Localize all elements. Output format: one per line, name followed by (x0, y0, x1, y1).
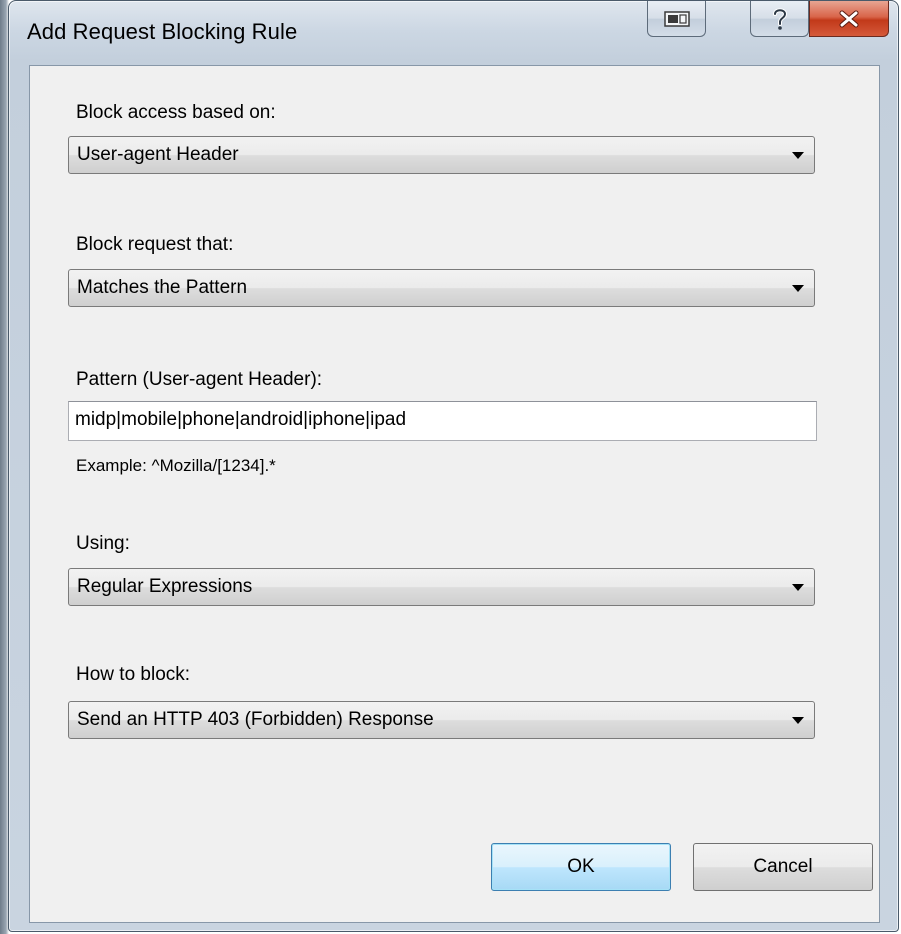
dialog-content: Block access based on: User-agent Header… (29, 65, 880, 923)
dialog-window: Add Request Blocking Rule Block access b… (8, 0, 899, 932)
cancel-button[interactable]: Cancel (693, 843, 873, 891)
window-layout-icon (663, 10, 690, 27)
block-request-label: Block request that: (76, 234, 234, 255)
using-value: Regular Expressions (77, 576, 253, 597)
window-layout-button[interactable] (647, 1, 706, 37)
dialog-title: Add Request Blocking Rule (27, 19, 298, 44)
using-combobox[interactable]: Regular Expressions (68, 568, 815, 606)
pattern-label: Pattern (User-agent Header): (76, 369, 323, 390)
how-to-block-label: How to block: (76, 664, 191, 685)
how-to-block-combobox[interactable]: Send an HTTP 403 (Forbidden) Response (68, 701, 815, 739)
close-x-icon (839, 10, 859, 27)
chevron-down-icon (792, 584, 804, 591)
block-access-value: User-agent Header (77, 144, 239, 165)
ok-button[interactable]: OK (491, 843, 671, 891)
question-mark-icon (772, 7, 787, 30)
chevron-down-icon (792, 285, 804, 292)
block-request-combobox[interactable]: Matches the Pattern (68, 269, 815, 307)
how-to-block-value: Send an HTTP 403 (Forbidden) Response (77, 709, 434, 730)
help-button[interactable] (750, 1, 809, 37)
block-access-combobox[interactable]: User-agent Header (68, 136, 815, 174)
chevron-down-icon (792, 717, 804, 724)
close-button[interactable] (809, 1, 889, 37)
pattern-example: Example: ^Mozilla/[1234].* (76, 456, 276, 475)
block-access-label: Block access based on: (76, 102, 276, 123)
chevron-down-icon (792, 152, 804, 159)
pattern-input[interactable]: midp|mobile|phone|android|iphone|ipad (68, 401, 817, 441)
title-bar[interactable]: Add Request Blocking Rule (9, 1, 898, 67)
pattern-value: midp|mobile|phone|android|iphone|ipad (75, 409, 407, 430)
using-label: Using: (76, 533, 130, 554)
block-request-value: Matches the Pattern (77, 277, 248, 298)
